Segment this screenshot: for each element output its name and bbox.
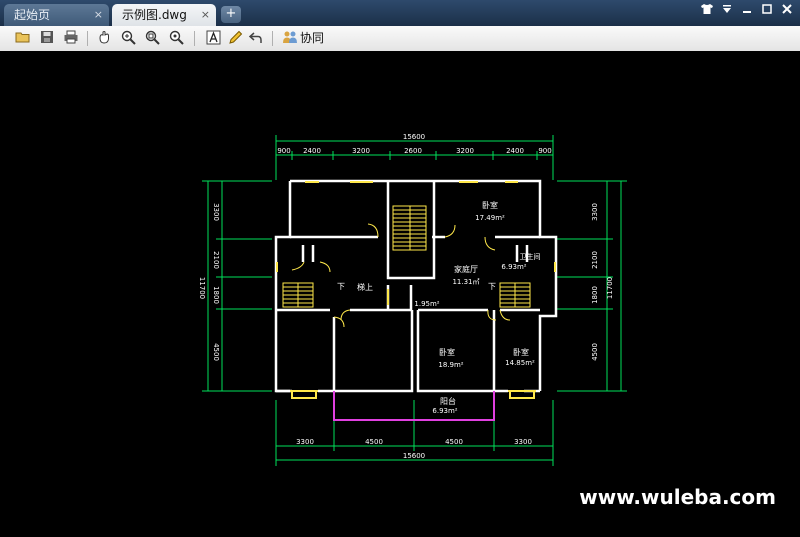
room-area: 6.93m²	[501, 263, 526, 271]
pan-icon[interactable]	[96, 30, 114, 47]
maximize-icon[interactable]	[758, 3, 776, 19]
dim-top-total: 15600	[403, 133, 425, 141]
dim-top-label: 900	[538, 147, 551, 155]
tab-label: 示例图.dwg	[122, 8, 187, 22]
room-area: 6.93m²	[432, 407, 457, 415]
tab-label: 起始页	[14, 8, 51, 22]
dim-top-label: 2400	[303, 147, 321, 155]
dim-top-label: 2600	[404, 147, 422, 155]
room-area: 17.49m²	[475, 214, 505, 222]
dim-bottom-total: 15600	[403, 452, 425, 460]
stair-label: 梯上	[357, 282, 373, 292]
watermark: www.wuleba.com	[579, 485, 776, 509]
floor-plan: 15600 900 2400 3200 2600 3200 2400 900 3…	[198, 133, 627, 466]
print-icon[interactable]	[62, 30, 80, 47]
tab-drawing[interactable]: 示例图.dwg ×	[112, 4, 216, 26]
stair-down-label: 下	[337, 282, 345, 291]
tab-start-page[interactable]: 起始页 ×	[4, 4, 109, 26]
dim-top-label: 2400	[506, 147, 524, 155]
pencil-icon[interactable]	[226, 30, 244, 47]
title-bar: 起始页 × 示例图.dwg × +	[0, 0, 800, 26]
room-area: 1.95m²	[414, 300, 439, 308]
dim-top-label: 3200	[456, 147, 474, 155]
room-name: 家庭厅	[454, 264, 478, 274]
dim-right-label: 2100	[591, 251, 599, 269]
dim-left-label: 3300	[212, 203, 220, 221]
dim-right-label: 1800	[591, 286, 599, 304]
dim-left-label: 4500	[212, 343, 220, 361]
toolbar-separator	[87, 31, 88, 46]
stair-down-label: 下	[488, 282, 496, 291]
tab-close-icon[interactable]: ×	[94, 4, 103, 26]
collab-button[interactable]: 协同	[300, 30, 324, 47]
dim-left-label: 1800	[212, 286, 220, 304]
undo-icon[interactable]	[246, 30, 264, 47]
toolbar-separator	[194, 31, 195, 46]
zoom-window-icon[interactable]	[144, 30, 162, 47]
dim-right-label: 4500	[591, 343, 599, 361]
drawing-canvas[interactable]: 15600 900 2400 3200 2600 3200 2400 900 3…	[0, 51, 800, 533]
dim-right-total: 11700	[606, 277, 614, 299]
dim-right-label: 3300	[591, 203, 599, 221]
room-name: 卫生间	[520, 252, 541, 261]
room-area: 18.9m²	[438, 361, 463, 369]
text-icon[interactable]	[204, 30, 222, 47]
window-controls	[698, 3, 796, 19]
room-name: 卧室	[513, 347, 529, 357]
dim-left-label: 2100	[212, 251, 220, 269]
doors	[291, 223, 511, 328]
save-icon[interactable]	[38, 30, 56, 47]
dim-bottom-label: 4500	[445, 438, 463, 446]
zoom-out-icon[interactable]	[168, 30, 186, 47]
dim-bottom-label: 4500	[365, 438, 383, 446]
dim-top-label: 900	[277, 147, 290, 155]
toolbar-separator	[272, 31, 273, 46]
toolbar: 协同	[0, 26, 800, 52]
room-name: 阳台	[440, 396, 456, 406]
collab-icon[interactable]	[281, 30, 299, 47]
dim-top-label: 3200	[352, 147, 370, 155]
dim-left-total: 11700	[198, 277, 206, 299]
close-icon[interactable]	[778, 3, 796, 19]
minimize-icon[interactable]	[738, 3, 756, 19]
dim-bottom-label: 3300	[296, 438, 314, 446]
dim-bottom-label: 3300	[514, 438, 532, 446]
new-tab-button[interactable]: +	[221, 6, 241, 23]
room-name: 卧室	[439, 347, 455, 357]
tab-close-icon[interactable]: ×	[201, 4, 210, 26]
menu-icon[interactable]	[718, 3, 736, 19]
room-area: 11.31㎡	[452, 278, 479, 286]
room-area: 14.85m²	[505, 359, 535, 367]
room-name: 卧室	[482, 200, 498, 210]
open-icon[interactable]	[14, 30, 32, 47]
zoom-in-icon[interactable]	[120, 30, 138, 47]
shirt-icon[interactable]	[698, 3, 716, 19]
